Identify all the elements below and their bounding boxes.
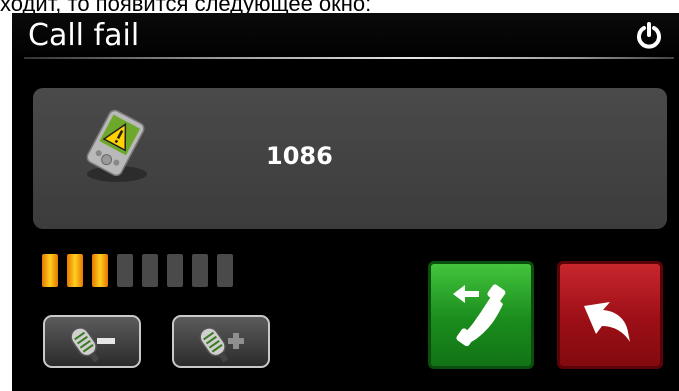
signal-bar: [217, 254, 233, 287]
phone-redial-icon: [453, 284, 506, 347]
power-icon[interactable]: [634, 21, 664, 51]
back-button[interactable]: [557, 261, 663, 369]
call-fail-screen: Call fail 1086: [12, 13, 679, 391]
page-caption: ходит, то появится следующее окно:: [0, 0, 372, 13]
signal-level-bars: [42, 254, 233, 287]
back-arrow-icon: [584, 302, 630, 342]
signal-bar: [117, 254, 133, 287]
title-divider: [24, 57, 674, 59]
microphone-minus-icon: [70, 327, 115, 363]
microphone-plus-icon: [199, 327, 244, 363]
volume-down-button[interactable]: [43, 315, 141, 368]
call-info-panel: 1086: [33, 88, 667, 229]
signal-bar: [142, 254, 158, 287]
redial-button[interactable]: [428, 261, 534, 369]
phone-number: 1086: [266, 142, 333, 170]
screen-title: Call fail: [28, 18, 140, 53]
signal-bar: [167, 254, 183, 287]
volume-up-button[interactable]: [172, 315, 270, 368]
title-bar: Call fail: [12, 13, 679, 59]
signal-bar: [42, 254, 58, 287]
signal-bar: [67, 254, 83, 287]
pda-warning-icon: [75, 108, 155, 184]
signal-bar: [92, 254, 108, 287]
signal-bar: [192, 254, 208, 287]
